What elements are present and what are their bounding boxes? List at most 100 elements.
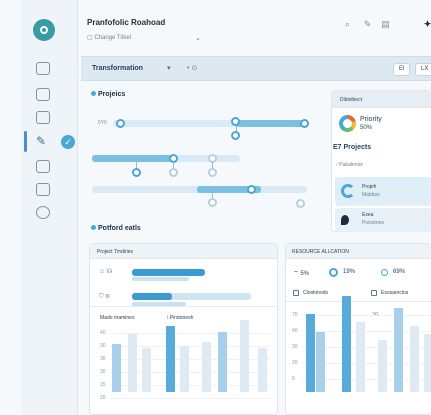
checkbox[interactable] <box>371 290 377 296</box>
smile-icon: ☺ ☊ <box>99 269 113 275</box>
search-icon[interactable]: ⌕ <box>341 19 354 30</box>
y-tick-label: 30 <box>100 369 106 375</box>
projects-heading: E7 Projects <box>333 144 372 151</box>
progress-bar-sub <box>132 277 189 281</box>
clipboard-icon[interactable] <box>36 111 50 124</box>
dashboard-icon[interactable] <box>36 62 50 75</box>
milestone-node[interactable] <box>231 117 240 126</box>
y-tick-label: 40 <box>292 328 298 334</box>
y-tick-label: 30 <box>100 343 106 349</box>
milestone-node[interactable] <box>132 168 141 177</box>
panel-header-label: Dibinibect <box>340 97 362 103</box>
projects-title: Projeics <box>91 91 125 98</box>
panel-title: RESOURCE ALLCATION <box>292 249 349 255</box>
document-icon[interactable]: ▤ <box>379 19 392 30</box>
y-tick-label: 5 <box>292 376 295 382</box>
milestone-node[interactable] <box>231 131 240 140</box>
progress-icon <box>341 184 355 198</box>
page-title: Pranfofolic Roahoad <box>87 18 166 27</box>
resource-bar <box>316 332 325 392</box>
timeline-bar <box>202 342 211 392</box>
stat-value: 19% <box>343 269 356 275</box>
document-icon[interactable] <box>36 88 50 101</box>
shield-icon: ⛉ ⊚ <box>99 294 110 300</box>
target-icon <box>329 268 338 277</box>
gridline <box>302 315 431 316</box>
project-detail-panel: Dibinibect Priority 50% E7 Projects ⁄ Pa… <box>331 90 431 232</box>
resource-bar <box>394 308 403 392</box>
location-pin-icon <box>341 215 349 225</box>
gantt-fill[interactable] <box>236 120 306 127</box>
priority-value: 50% <box>360 125 373 131</box>
y-tick-label: 30 <box>292 344 298 350</box>
chevron-down-icon[interactable]: ▾ <box>167 64 171 72</box>
project-card[interactable]: Exea Poisomes <box>335 208 431 232</box>
resource-bar <box>342 296 351 392</box>
chart-right-label: ⁞ Pirstonesh <box>167 315 194 321</box>
milestone-node[interactable] <box>247 185 256 194</box>
chevron-down-icon[interactable]: ⌄ <box>195 34 201 42</box>
toolbar-title: Transformation <box>92 65 143 72</box>
app-logo[interactable] <box>33 19 55 41</box>
check-icon[interactable]: ✓ <box>61 135 75 149</box>
gantt-fill[interactable] <box>92 155 176 162</box>
file-icon[interactable] <box>36 160 50 173</box>
toolbar-options[interactable]: • ⊙ <box>187 64 197 72</box>
header: Pranfofolic Roahoad ▢ Change Titkel ⌄ ⌕ … <box>87 11 431 53</box>
edit-icon[interactable]: ✎ <box>361 19 374 30</box>
y-tick-label: 36 <box>100 356 106 362</box>
timeline-bar <box>240 320 249 392</box>
card-title: Exea <box>362 212 374 218</box>
sub-label: ⁄ Pabalenlor <box>337 162 364 168</box>
active-indicator <box>24 131 27 152</box>
chart-left-label: Mado rnamines <box>100 315 135 321</box>
y-tick-label: 15 <box>100 382 106 388</box>
stat-item: ⌔ 5% <box>293 271 309 277</box>
y-tick-label: 40 <box>100 330 106 336</box>
milestone-node[interactable] <box>208 168 217 177</box>
resource-allocation-panel: RESOURCE ALLCATION ⌔ 5% 19% 69% Clookmod… <box>285 243 431 415</box>
resource-bar <box>378 340 387 392</box>
projects-label: 5Y5 <box>98 120 107 126</box>
timeline-bar <box>128 334 137 392</box>
resource-bar <box>356 322 365 392</box>
project-timeline-panel: Project Tmdiries ☺ ☊ ⛉ ⊚ Mado rnamines ⁞… <box>89 243 278 415</box>
toolbar-button-1[interactable]: El <box>393 63 411 76</box>
milestone-node[interactable] <box>208 198 217 207</box>
sidebar: ✎ ✓ <box>21 0 78 415</box>
sparkle-icon[interactable]: ✦ <box>421 19 431 30</box>
checkbox[interactable] <box>293 290 299 296</box>
timeline-bar <box>180 346 189 392</box>
subtitle-text: Change Titkel <box>94 35 132 41</box>
y-tick-label: 20 <box>100 395 106 401</box>
circle-icon <box>381 269 388 276</box>
project-card[interactable]: Projeh Mabbos <box>335 177 431 206</box>
stat-value: 69% <box>393 269 406 275</box>
portfolio-title: Potford eatls <box>91 225 141 232</box>
folder-icon[interactable] <box>36 183 50 196</box>
bullet-icon <box>91 91 96 96</box>
divider <box>286 301 431 302</box>
progress-bar[interactable] <box>132 269 205 276</box>
card-title: Projeh <box>362 184 377 190</box>
progress-bar[interactable] <box>132 293 172 300</box>
timeline-bar <box>142 348 151 392</box>
card-subtitle: Mabbos <box>362 192 380 198</box>
card-subtitle: Poisomes <box>362 220 384 226</box>
settings-icon[interactable] <box>36 206 50 219</box>
app-window: ✎ ✓ Pranfofolic Roahoad ▢ Change Titkel … <box>0 0 431 415</box>
milestone-node[interactable] <box>300 119 309 128</box>
resource-bar <box>306 314 315 392</box>
resource-bar <box>424 334 431 392</box>
milestone-node[interactable] <box>169 168 178 177</box>
timeline-bar <box>166 326 175 392</box>
panel-title: Project Tmdiries <box>97 249 134 255</box>
toolbar-button-2[interactable]: LX <box>415 63 431 76</box>
pen-icon[interactable]: ✎ <box>36 135 50 148</box>
divider <box>90 306 277 307</box>
y-tick-label: 70 <box>292 312 298 318</box>
checkbox-label: Clookmods <box>303 290 329 296</box>
milestone-node[interactable] <box>116 119 125 128</box>
milestone-node[interactable] <box>296 199 305 208</box>
subtitle-dropdown[interactable]: ▢ Change Titkel <box>87 34 131 41</box>
